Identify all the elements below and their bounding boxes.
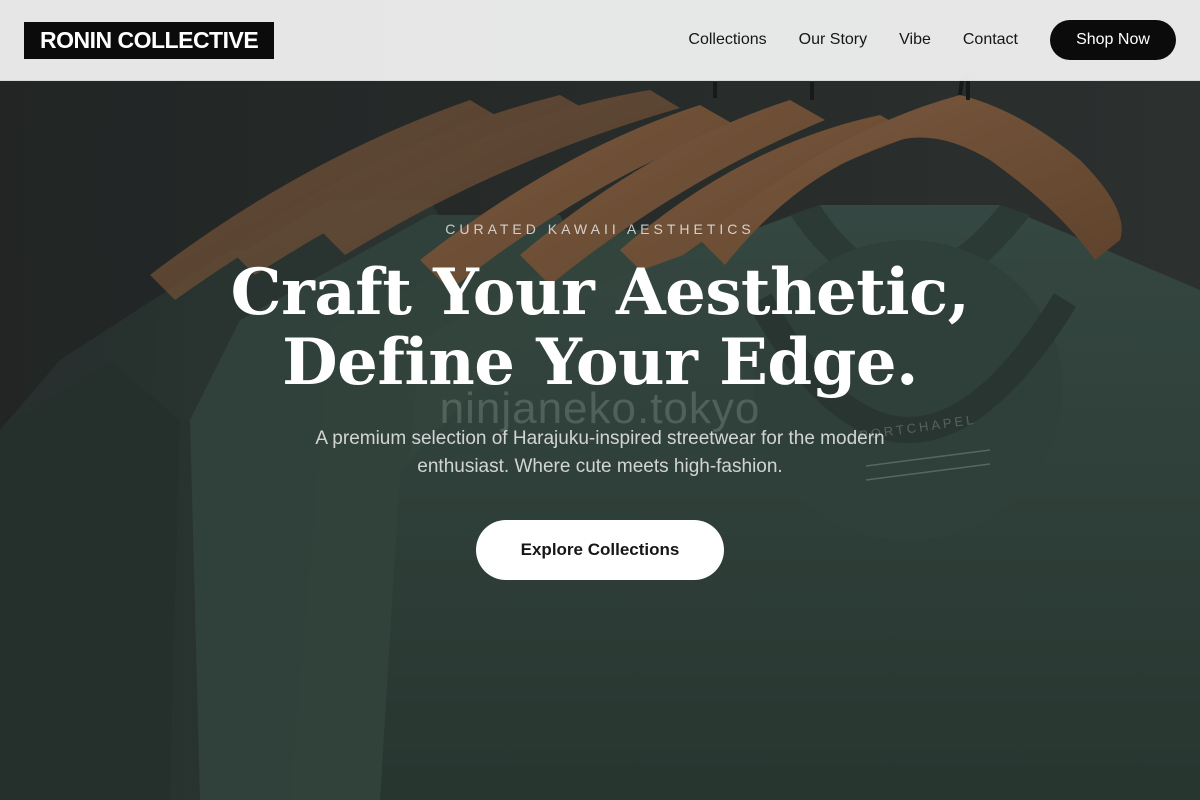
hero-description: A premium selection of Harajuku-inspired…: [270, 425, 930, 481]
nav-link-our-story[interactable]: Our Story: [799, 31, 867, 49]
nav-link-contact[interactable]: Contact: [963, 31, 1018, 49]
hero-eyebrow: CURATED KAWAII AESTHETICS: [445, 221, 755, 237]
shop-now-button[interactable]: Shop Now: [1050, 20, 1176, 60]
hero-description-line-1: A premium selection of Harajuku-inspired…: [315, 428, 885, 449]
hero-section: CURATED KAWAII AESTHETICS Craft Your Aes…: [0, 0, 1200, 800]
main-nav: Collections Our Story Vibe Contact Shop …: [688, 20, 1176, 60]
nav-link-vibe[interactable]: Vibe: [899, 31, 931, 49]
explore-collections-button[interactable]: Explore Collections: [476, 520, 724, 580]
hero-headline: Craft Your Aesthetic, Define Your Edge.: [0, 258, 1200, 398]
landing-page: PORTCHAPEL RONIN COLLECTIVE Collections …: [0, 0, 1200, 800]
site-header: RONIN COLLECTIVE Collections Our Story V…: [0, 0, 1200, 81]
nav-link-collections[interactable]: Collections: [688, 31, 766, 49]
hero-headline-line-1: Craft Your Aesthetic,: [230, 255, 970, 330]
hero-description-line-2: enthusiast. Where cute meets high-fashio…: [417, 456, 783, 477]
brand-logo[interactable]: RONIN COLLECTIVE: [24, 21, 275, 59]
